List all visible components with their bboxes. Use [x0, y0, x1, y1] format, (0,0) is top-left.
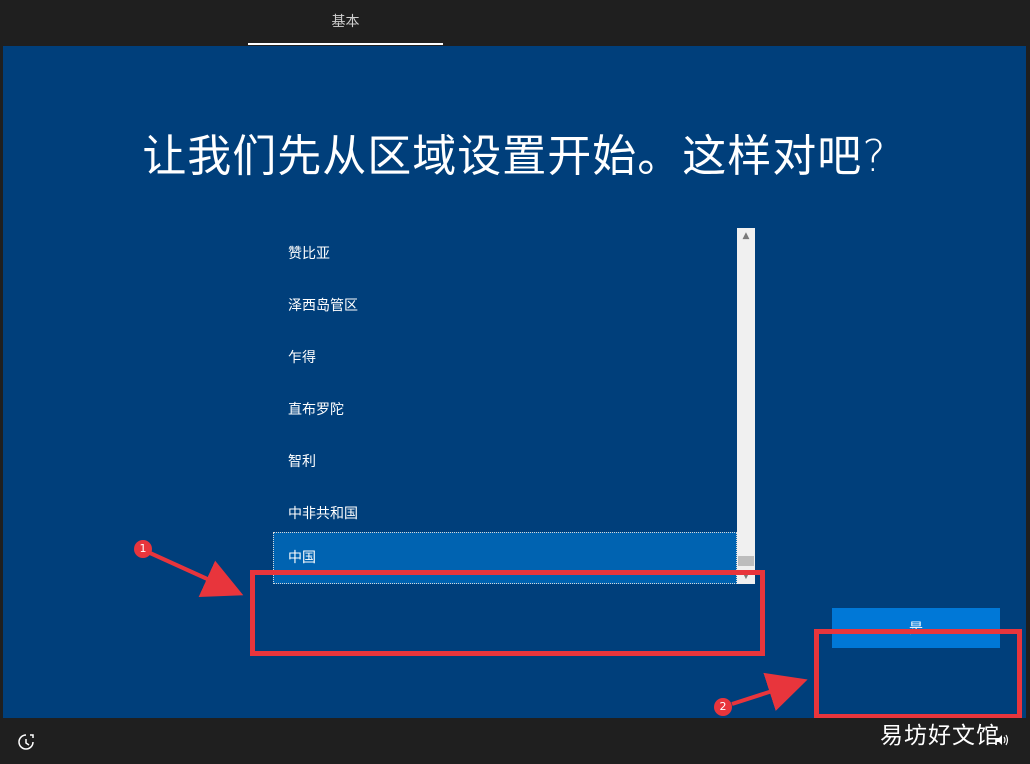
watermark-text: 易坊好文馆 [880, 723, 1000, 749]
list-item-chad[interactable]: 乍得 [273, 332, 737, 384]
tab-basics[interactable]: 基本 [248, 0, 443, 46]
list-item-chile[interactable]: 智利 [273, 436, 737, 488]
annotation-marker-2: 2 [714, 698, 732, 716]
top-bar: 基本 [0, 0, 1030, 46]
tab-active-indicator [248, 43, 443, 45]
scroll-thumb[interactable] [738, 556, 754, 566]
page-title: 让我们先从区域设置开始。这样对吧? [142, 131, 887, 182]
annotation-marker-1: 1 [134, 540, 152, 558]
annotation-box-yes-button [814, 629, 1022, 719]
region-list[interactable]: 赞比亚 泽西岛管区 乍得 直布罗陀 智利 中非共和国 中国 [273, 228, 737, 584]
bottom-bar [0, 718, 1030, 764]
list-item-gibraltar[interactable]: 直布罗陀 [273, 384, 737, 436]
list-scrollbar[interactable]: ▲ ▼ [737, 228, 755, 584]
scroll-up-icon[interactable]: ▲ [737, 228, 755, 244]
ease-of-access-icon[interactable] [16, 732, 36, 752]
list-item-jersey[interactable]: 泽西岛管区 [273, 280, 737, 332]
annotation-box-region [250, 570, 765, 656]
list-item-zambia[interactable]: 赞比亚 [273, 228, 737, 280]
